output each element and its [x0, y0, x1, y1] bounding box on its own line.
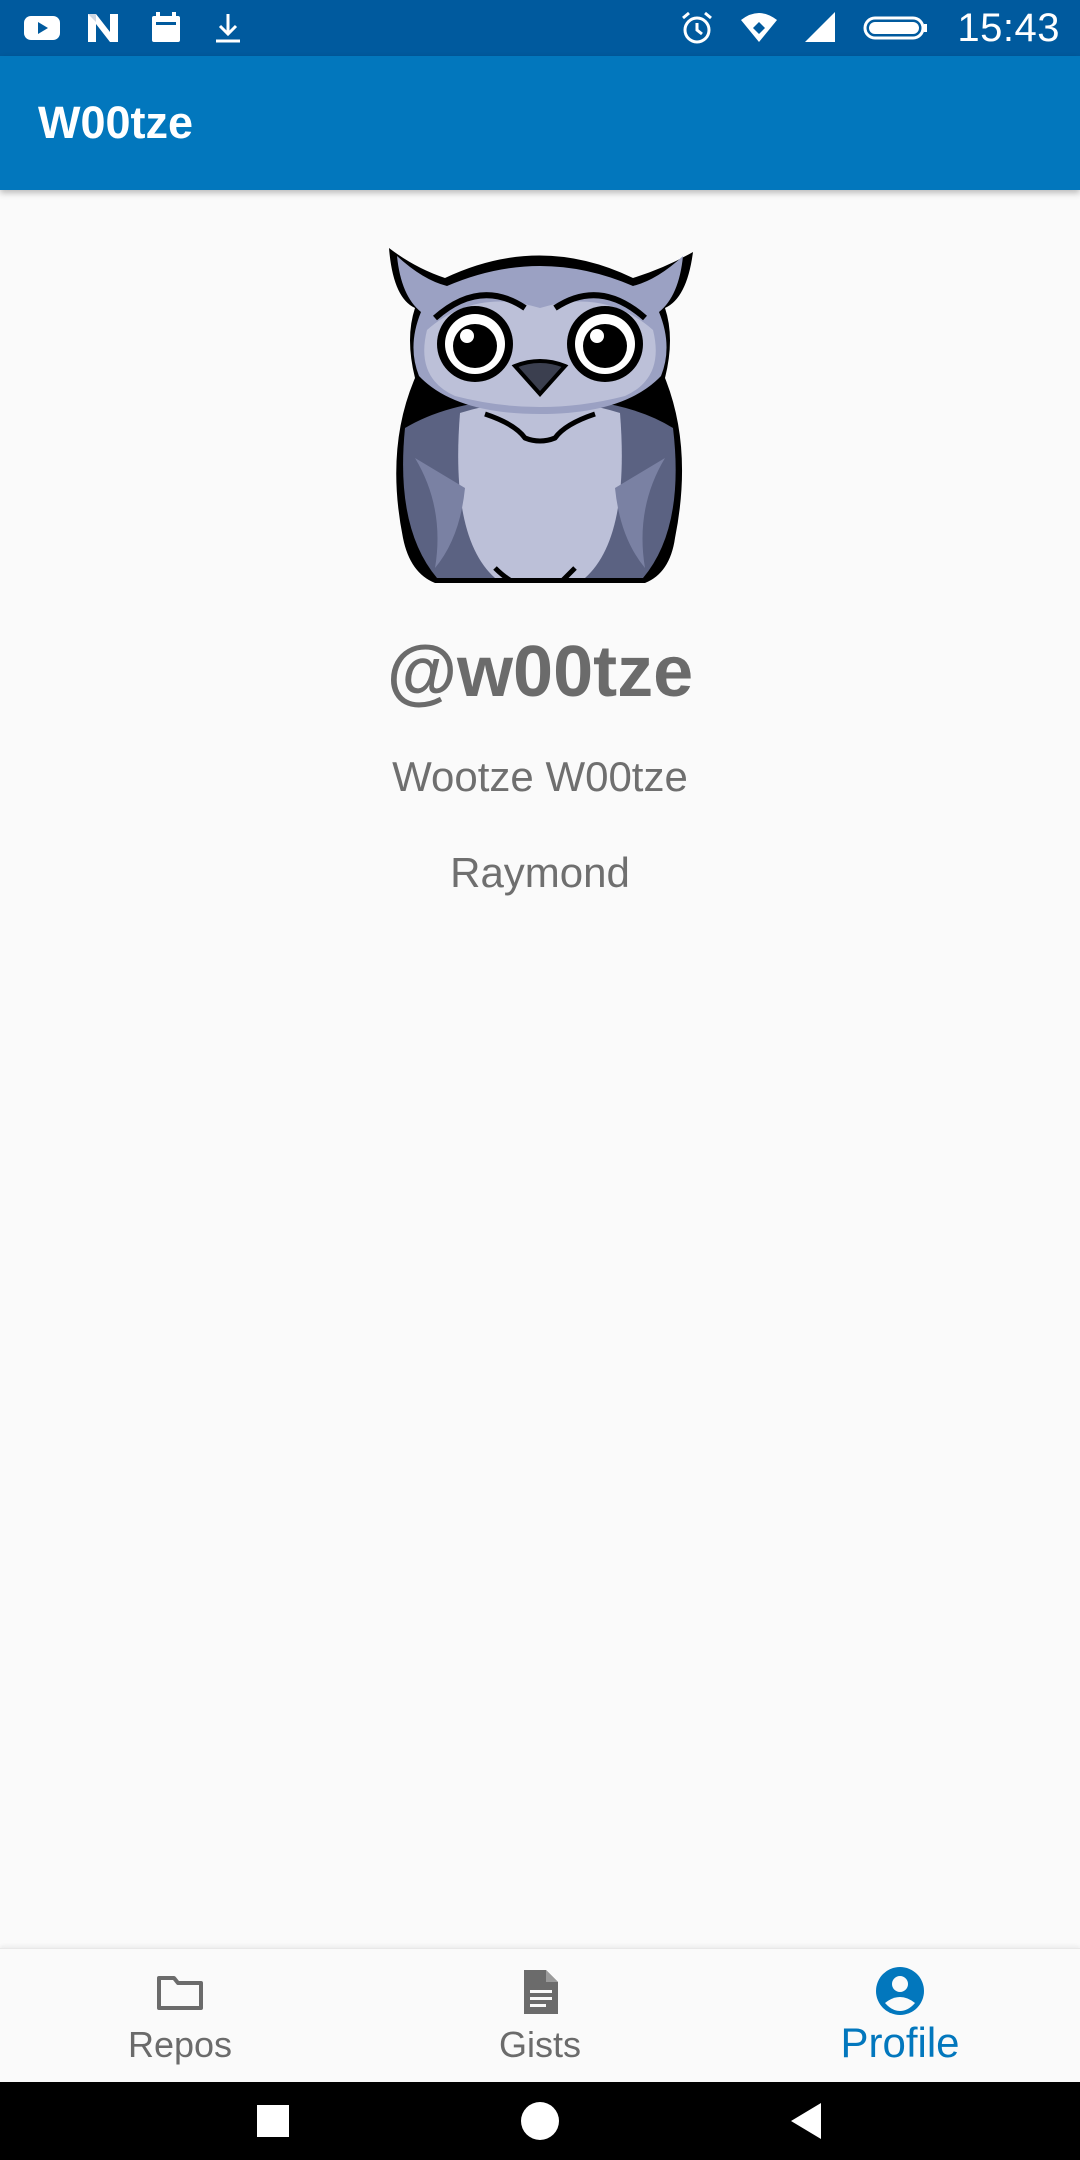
alarm-icon: [677, 8, 717, 48]
download-icon: [208, 8, 248, 48]
nav-label-profile: Profile: [840, 2019, 960, 2066]
profile-section: @w00tze Wootze W00tze Raymond: [0, 190, 1080, 897]
account-icon: [874, 1965, 926, 2017]
n-notification-icon: [84, 8, 124, 48]
youtube-icon: [22, 8, 62, 48]
profile-username: @w00tze: [386, 632, 694, 712]
back-button[interactable]: [783, 2097, 831, 2145]
profile-full-name: Wootze W00tze: [392, 753, 688, 800]
status-time: 15:43: [957, 5, 1060, 50]
nav-item-profile[interactable]: Profile: [720, 1949, 1080, 2083]
app-title: W00tze: [38, 97, 194, 148]
owl-avatar: [375, 238, 705, 583]
status-bar-notifications: [22, 8, 248, 48]
nav-label-repos: Repos: [127, 2024, 233, 2065]
status-bar: 15:43: [0, 0, 1080, 56]
battery-icon: [863, 8, 929, 48]
wifi-icon: [739, 8, 779, 48]
signal-icon: [801, 8, 841, 48]
home-button[interactable]: [516, 2097, 564, 2145]
status-bar-system: 15:43: [677, 6, 1060, 51]
bottom-navigation: Repos Gists Profile: [0, 1948, 1080, 2083]
system-nav-bar: [0, 2082, 1080, 2160]
file-icon: [514, 1966, 566, 2018]
recents-button[interactable]: [249, 2097, 297, 2145]
folder-icon: [154, 1966, 206, 2018]
app-bar: W00tze: [0, 56, 1080, 190]
calendar-icon: [146, 8, 186, 48]
profile-company: Raymond: [450, 849, 630, 896]
nav-label-gists: Gists: [498, 2024, 581, 2065]
nav-item-gists[interactable]: Gists: [360, 1949, 720, 2083]
nav-item-repos[interactable]: Repos: [0, 1949, 360, 2083]
